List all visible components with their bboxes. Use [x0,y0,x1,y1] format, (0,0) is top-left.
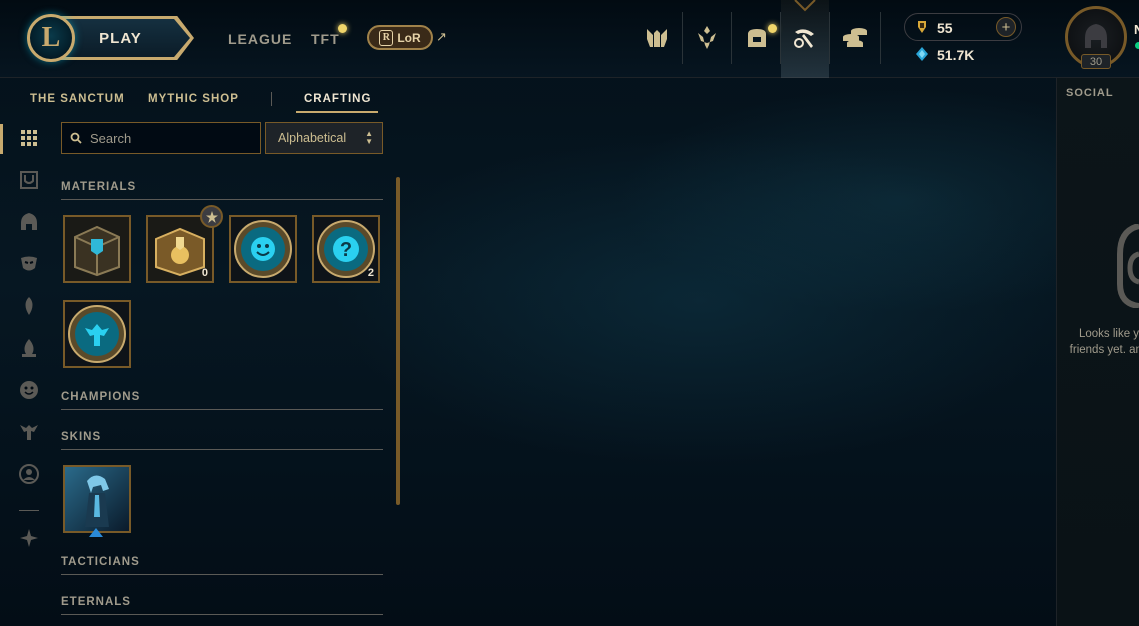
online-status-dot [1135,42,1139,49]
skin-splash-icon [65,467,129,531]
material-tile[interactable] [229,215,297,283]
search-icon [70,132,82,144]
filter-wards-icon[interactable] [18,295,40,317]
mastery-badge [200,205,223,228]
coins-icon [843,28,867,47]
external-link-icon: ↗ [436,29,447,44]
lor-label: LoR [397,30,421,45]
rarity-triangle-icon [89,528,103,537]
material-count: 0 [201,267,208,279]
rp-value: 55 [937,20,953,36]
tab-mythic-shop[interactable]: MYTHIC SHOP [148,93,239,105]
section-champions-title: CHAMPIONS [61,391,141,403]
skin-tile[interactable] [63,465,131,533]
helmet-icon [647,29,667,47]
league-logo-icon[interactable]: L [27,14,75,62]
star-icon [205,210,218,223]
backpack-icon [748,29,766,47]
filter-champions-icon[interactable] [18,211,40,233]
ward-icon [65,302,129,366]
rail-active-indicator [0,124,3,154]
social-empty-text: Looks like y friends yet. and [1069,328,1139,356]
lor-button[interactable]: R LoR [367,25,433,50]
tab-the-sanctum[interactable]: THE SANCTUM [30,93,125,105]
emote-icon [231,217,295,281]
material-count: 2 [367,267,374,279]
search-box[interactable] [61,122,261,154]
filter-icons-icon[interactable] [18,463,40,485]
svg-text:?: ? [340,239,352,261]
filter-tacticians-icon[interactable] [18,421,40,443]
section-tacticians-title: TACTICIANS [61,556,140,568]
social-title: SOCIAL [1066,87,1114,99]
collection-nav-icon[interactable] [838,21,872,55]
sort-dropdown[interactable]: Alphabetical ▲ ▼ [265,122,383,154]
active-caret-icon [794,0,816,12]
play-button[interactable]: PLAY [57,19,190,57]
blue-essence-icon [916,47,928,61]
filter-all-icon[interactable] [18,127,40,149]
tab-active-underline [296,111,378,113]
filter-skins-icon[interactable] [18,253,40,275]
empty-friends-icon [1117,224,1139,308]
rp-icon [918,21,926,33]
loot-scrollbar[interactable] [396,177,400,505]
pickaxe-icon [794,29,814,48]
filter-chests-icon[interactable] [18,169,40,191]
summoner-level-badge: 30 [1081,54,1111,69]
play-button-label: PLAY [99,29,142,47]
sort-selected-value: Alphabetical [278,131,347,145]
buy-rp-button[interactable]: + [996,17,1016,37]
nav-tft[interactable]: TFT [311,31,340,47]
loot-nav-icon[interactable] [788,21,822,55]
champions-nav-icon[interactable] [640,21,674,55]
chevron-updown-icon: ▲ ▼ [365,129,373,146]
material-tile[interactable]: ? 2 [312,215,380,283]
trophy-icon [698,26,716,49]
summoner-name[interactable]: N [1134,22,1139,37]
blue-essence-value: 51.7K [937,47,975,63]
store-notification-dot [768,24,777,33]
filter-misc-icon[interactable] [18,527,40,549]
material-tile[interactable] [63,215,131,283]
filter-emotes-icon[interactable] [18,379,40,401]
section-eternals-title: ETERNALS [61,596,131,608]
material-tile[interactable] [63,300,131,368]
helmet-icon [1085,24,1107,48]
section-materials-title: MATERIALS [61,181,137,193]
filter-eternals-icon[interactable] [18,337,40,359]
hextech-chest-icon [65,217,129,281]
tab-crafting[interactable]: CRAFTING [304,93,371,105]
nav-league[interactable]: LEAGUE [228,31,292,47]
section-skins-title: SKINS [61,431,102,443]
tft-notification-dot [338,24,347,33]
lor-icon: R [379,29,394,46]
ranked-nav-icon[interactable] [690,21,724,55]
search-input[interactable] [90,130,240,146]
